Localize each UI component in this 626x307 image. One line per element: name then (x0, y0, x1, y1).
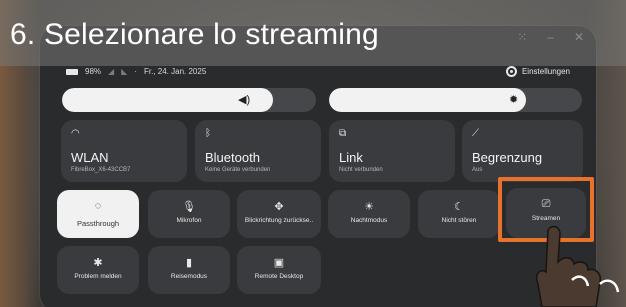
tile-nicht-stoeren-label: Nicht stören (441, 217, 477, 224)
tile-remote-desktop[interactable]: ▣ Remote Desktop (237, 246, 321, 294)
tile-begrenzung[interactable]: ⟋ Begrenzung Aus (462, 120, 583, 182)
settings-button[interactable]: Einstellungen (505, 66, 570, 77)
tile-remote-desktop-label: Remote Desktop (254, 273, 304, 280)
boundary-icon: ⟋ (472, 128, 479, 139)
pointing-hand-icon (535, 225, 620, 307)
drag-icon[interactable]: ⁙ (517, 30, 527, 44)
wifi-icon: ◠ (71, 128, 80, 139)
microphone-icon: 🎙 (182, 201, 196, 213)
tile-reisemodus-label: Reisemodus (170, 273, 208, 280)
tile-begrenzung-label: Begrenzung (472, 150, 543, 165)
battery-icon (66, 68, 78, 75)
battery-level: 98% (85, 67, 102, 76)
tile-bluetooth-sub: Keine Geräte verbunden (205, 167, 271, 173)
status-bar: 98% ◢ ◣ · Fr., 24. Jan. 2025 (66, 67, 206, 76)
instruction-title: 6. Selezionare lo streaming (10, 18, 379, 51)
close-icon[interactable]: ✕ (574, 30, 584, 44)
tile-wlan-label: WLAN (71, 150, 109, 165)
settings-label: Einstellungen (521, 67, 570, 76)
brightness-slider-fill (329, 88, 527, 112)
brightness-slider[interactable]: ✹ (329, 88, 582, 112)
tile-blickrichtung[interactable]: ✥ Blickrichtung zurückse.. (237, 190, 321, 238)
bug-icon: ✱ (93, 257, 103, 269)
status-separator: · (134, 67, 137, 76)
recenter-icon: ✥ (274, 201, 284, 213)
tile-mikrofon[interactable]: 🎙 Mikrofon (148, 190, 230, 238)
tile-bluetooth[interactable]: ᛒ Bluetooth Keine Geräte verbunden (195, 120, 321, 182)
gear-icon (505, 66, 517, 77)
controller-left-icon: ◢ (108, 67, 115, 76)
tile-wlan-sub: FibreBox_X6-43CCB7 (71, 167, 131, 173)
sun-icon: ✹ (509, 94, 519, 106)
tile-problem-melden-label: Problem melden (74, 273, 122, 280)
tile-mikrofon-label: Mikrofon (176, 217, 202, 224)
tile-nicht-stoeren[interactable]: ☾ Nicht stören (418, 190, 500, 238)
night-mode-icon: ☀ (364, 201, 374, 213)
tile-nachtmodus-label: Nachtmodus (350, 217, 388, 224)
tile-link-label: Link (339, 150, 363, 165)
instruction-banner: 6. Selezionare lo streaming ⁙ – ✕ (0, 0, 626, 66)
tile-reisemodus[interactable]: ▮ Reisemodus (148, 246, 230, 294)
link-icon: ⧉ (339, 128, 347, 139)
tile-begrenzung-sub: Aus (472, 167, 483, 173)
speaker-icon: ◀) (238, 94, 251, 106)
tile-blickrichtung-label: Blickrichtung zurückse.. (244, 217, 314, 224)
tile-wlan[interactable]: ◠ WLAN FibreBox_X6-43CCB7 (61, 120, 187, 182)
tile-passthrough-label: Passthrough (76, 219, 120, 228)
tile-link-sub: Nicht verbunden (339, 167, 383, 173)
minimize-icon[interactable]: – (547, 30, 554, 44)
controller-right-icon: ◣ (121, 67, 128, 76)
tile-nachtmodus[interactable]: ☀ Nachtmodus (328, 190, 410, 238)
tile-passthrough[interactable]: ◌ Passthrough (57, 190, 139, 238)
volume-slider[interactable]: ◀) (62, 88, 316, 112)
window-controls: ⁙ – ✕ (517, 30, 584, 44)
bluetooth-icon: ᛒ (205, 128, 211, 139)
remote-desktop-icon: ▣ (273, 257, 285, 269)
passthrough-icon: ◌ (94, 200, 102, 212)
tile-bluetooth-label: Bluetooth (205, 150, 260, 165)
tile-link[interactable]: ⧉ Link Nicht verbunden (329, 120, 455, 182)
tile-problem-melden[interactable]: ✱ Problem melden (57, 246, 139, 294)
travel-icon: ▮ (185, 257, 193, 269)
status-date: Fr., 24. Jan. 2025 (144, 67, 207, 76)
moon-icon: ☾ (454, 201, 464, 213)
